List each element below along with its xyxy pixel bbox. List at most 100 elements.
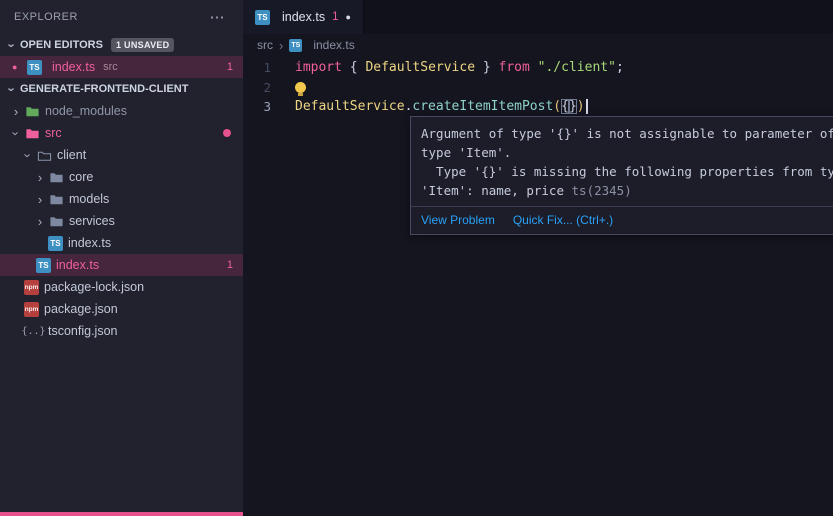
folder-icon (24, 126, 40, 141)
code-token: ; (616, 60, 624, 75)
code-token: ) (577, 99, 585, 114)
hover-text-line: 'Item': name, price ts(2345) (421, 181, 833, 200)
chevron-right-icon: › (279, 38, 283, 53)
tree-item-client[interactable]: › client (0, 144, 243, 166)
chevron-down-icon: › (22, 147, 35, 163)
open-editors-section-header[interactable]: › OPEN EDITORS 1 UNSAVED (0, 34, 243, 56)
tab-label: index.ts (282, 10, 325, 24)
tree-item-core[interactable]: › core (0, 166, 243, 188)
code-token: DefaultService (365, 60, 475, 75)
hover-text-line: Type '{}' is missing the following prope… (421, 162, 833, 181)
code-area: 1import { DefaultService } from "./clien… (243, 56, 833, 117)
open-editors-label: OPEN EDITORS (20, 39, 103, 51)
file-name: client (57, 148, 86, 162)
code-line-2[interactable]: 2 (243, 78, 833, 98)
modified-dot (223, 129, 231, 137)
open-editor-file-path: src (103, 61, 118, 73)
lightbulb-icon[interactable] (295, 82, 306, 93)
tree-item-models[interactable]: ›models (0, 188, 243, 210)
modified-dot-icon: ● (12, 62, 22, 72)
line-number: 3 (243, 99, 287, 114)
file-name: src (45, 126, 62, 140)
code-token: "./client" (538, 60, 616, 75)
tree-item-src[interactable]: › src (0, 122, 243, 144)
error-text: 'Item': name, price (421, 183, 572, 198)
hover-actions: View Problem Quick Fix... (Ctrl+.) (411, 206, 833, 234)
chevron-down-icon: › (6, 81, 19, 97)
file-name: tsconfig.json (48, 324, 117, 338)
open-editor-file-name: index.ts (52, 60, 95, 74)
tree-item-package-lock.json[interactable]: ›npmpackage-lock.json (0, 276, 243, 298)
typescript-icon: TS (27, 60, 42, 75)
hover-action-view-problem[interactable]: View Problem (421, 213, 495, 227)
typescript-icon: TS (289, 39, 302, 52)
code-token: import (295, 60, 342, 75)
tree-item-index.ts[interactable]: ›TSindex.ts (0, 232, 243, 254)
file-name: core (69, 170, 93, 184)
typescript-icon: TS (255, 10, 270, 25)
text-cursor (586, 99, 588, 114)
folder-icon (48, 214, 64, 229)
breadcrumb: src › TS index.ts (243, 34, 833, 56)
chevron-right-icon: › (32, 193, 48, 206)
code-token: } (475, 60, 498, 75)
vscode-window: EXPLORER ⋯ › OPEN EDITORS 1 UNSAVED ● TS… (0, 0, 833, 516)
workspace-name: GENERATE-FRONTEND-CLIENT (20, 83, 188, 95)
npm-icon: npm (24, 302, 39, 317)
hover-tooltip: Argument of type '{}' is not assignable … (410, 116, 833, 235)
problem-count-badge: 1 (227, 259, 233, 271)
chevron-down-icon: › (10, 125, 23, 141)
more-actions-icon[interactable]: ⋯ (206, 8, 230, 26)
chevron-right-icon: › (32, 215, 48, 228)
code-line-1[interactable]: 1import { DefaultService } from "./clien… (243, 58, 833, 78)
error-text: Type '{}' is missing the following prope… (421, 164, 833, 179)
status-bar-sliver (0, 512, 243, 516)
tree-item-node_modules[interactable]: › node_modules (0, 100, 243, 122)
problem-count-badge: 1 (227, 61, 233, 73)
code-token: { (561, 99, 569, 114)
tree-item-tsconfig.json[interactable]: ›{..}tsconfig.json (0, 320, 243, 342)
code-token: ( (553, 99, 561, 114)
error-code: ts(2345) (572, 183, 632, 198)
code-line-3[interactable]: 3 DefaultService.createItemItemPost({}) (243, 97, 833, 117)
breadcrumb-file[interactable]: index.ts (313, 38, 354, 52)
file-name: node_modules (45, 104, 127, 118)
hover-text-line: Argument of type '{}' is not assignable … (421, 124, 833, 143)
chevron-down-icon: › (6, 37, 19, 53)
explorer-sidebar: EXPLORER ⋯ › OPEN EDITORS 1 UNSAVED ● TS… (0, 0, 243, 516)
error-text: type 'Item'. (421, 145, 511, 160)
typescript-icon: TS (36, 258, 51, 273)
open-editor-item[interactable]: ● TS index.ts src 1 (0, 56, 243, 78)
tab-problem-badge: 1 (332, 11, 338, 23)
code-token: { (342, 60, 365, 75)
workspace-section-header[interactable]: › GENERATE-FRONTEND-CLIENT (0, 78, 243, 100)
tree-item-index.ts[interactable]: ›TSindex.ts1 (0, 254, 243, 276)
code-token: createItemItemPost (412, 99, 553, 114)
breadcrumb-folder[interactable]: src (257, 38, 273, 52)
npm-icon: npm (24, 280, 39, 295)
chevron-right-icon: › (8, 105, 24, 118)
error-text: Argument of type '{}' is not assignable … (421, 126, 833, 141)
editor-group: TS index.ts 1 ● src › TS index.ts 1impor… (243, 0, 833, 516)
tree-item-package.json[interactable]: ›npmpackage.json (0, 298, 243, 320)
file-name: package-lock.json (44, 280, 144, 294)
unsaved-count-badge: 1 UNSAVED (111, 38, 175, 52)
folder-node-icon (24, 104, 40, 119)
tree-item-services[interactable]: ›services (0, 210, 243, 232)
explorer-header: EXPLORER ⋯ (0, 0, 243, 34)
chevron-right-icon: › (32, 171, 48, 184)
tab-index-ts[interactable]: TS index.ts 1 ● (243, 0, 364, 34)
json-braces-icon: {..} (24, 326, 43, 337)
line-content: DefaultService.createItemItemPost({}) (295, 99, 588, 114)
folder-icon (48, 192, 64, 207)
code-token (530, 60, 538, 75)
line-content (295, 82, 306, 93)
line-content: import { DefaultService } from "./client… (295, 60, 624, 75)
file-name: package.json (44, 302, 118, 316)
folder-open-icon (36, 148, 52, 163)
explorer-title: EXPLORER (14, 11, 78, 23)
hover-action-quick-fix-ctrl[interactable]: Quick Fix... (Ctrl+.) (513, 213, 613, 227)
code-token: } (569, 99, 577, 114)
file-name: index.ts (68, 236, 111, 250)
file-tree: › node_modules › src › client › core ›models›ser… (0, 100, 243, 342)
